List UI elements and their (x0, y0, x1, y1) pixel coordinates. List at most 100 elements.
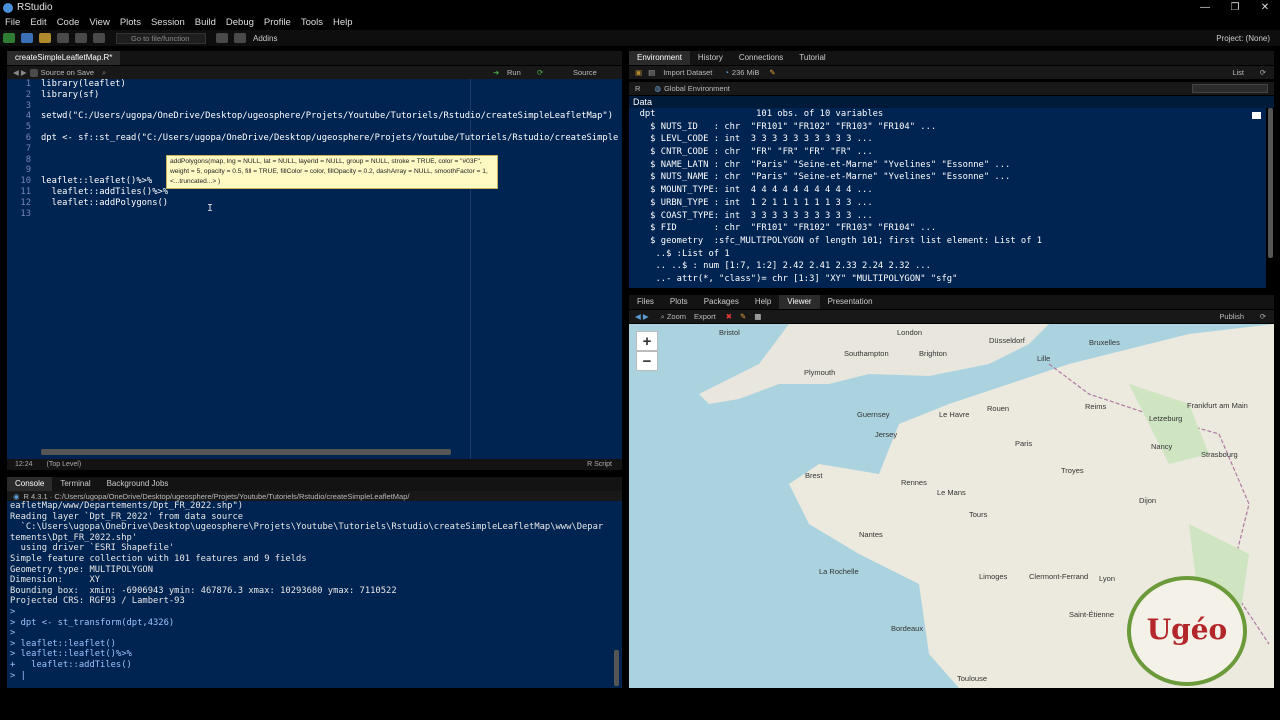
print-icon[interactable] (93, 33, 105, 43)
console-scrollbar[interactable] (614, 650, 619, 686)
workspace-panes-icon[interactable] (234, 33, 246, 43)
environment-search-input[interactable] (1192, 84, 1268, 93)
environment-line[interactable]: $ URBN_TYPE : int 1 2 1 1 1 1 1 1 3 3 ..… (629, 197, 1266, 210)
menu-item-build[interactable]: Build (190, 17, 221, 28)
tab-packages[interactable]: Packages (696, 295, 747, 309)
code-editor[interactable]: 1 2 3 4 5 6 7 8 9 10 11 12 13 library(leaflet) librar… (7, 79, 622, 459)
publish-button[interactable]: Publish (1219, 312, 1244, 321)
environment-scope-selector[interactable]: Global Environment (664, 84, 730, 93)
source-button[interactable]: Source (573, 68, 597, 77)
environment-line[interactable]: $ FID : chr "FR101" "FR102" "FR103" "FR1… (629, 222, 1266, 235)
clear-viewer-icon[interactable]: ✖ (726, 312, 732, 321)
menu-item-edit[interactable]: Edit (25, 17, 51, 28)
broom-icon[interactable]: ✎ (740, 312, 746, 321)
rerun-icon[interactable]: ⟳ (537, 68, 543, 77)
scope-selector[interactable]: (Top Level) (47, 461, 82, 468)
refresh-icon[interactable]: ⟳ (1260, 68, 1266, 77)
load-workspace-icon[interactable]: ▣ (635, 68, 642, 77)
back-arrow-icon[interactable]: ◀ ▶ (635, 312, 649, 321)
import-dataset-button[interactable]: Import Dataset (663, 68, 712, 77)
code-line[interactable]: setwd("C:/Users/ugopa/OneDrive/Desktop/u… (41, 111, 618, 122)
tab-plots[interactable]: Plots (662, 295, 696, 309)
code-line[interactable]: dpt <- sf::st_read("C:/Users/ugopa/OneDr… (41, 133, 618, 144)
tab-background-jobs[interactable]: Background Jobs (99, 477, 177, 491)
goto-file-input[interactable]: Go to file/function (116, 32, 206, 44)
memory-usage[interactable]: 236 MiB (732, 68, 760, 77)
addins-menu[interactable]: Addins (253, 34, 277, 43)
leaflet-map[interactable]: + − Düsseldorf Bristol London Southampton Br… (629, 324, 1274, 688)
environment-line[interactable]: .. ..$ : num [1:7, 1:2] 2.42 2.41 2.33 2… (629, 260, 1266, 273)
minimize-button[interactable]: — (1190, 0, 1220, 15)
tab-terminal[interactable]: Terminal (52, 477, 98, 491)
search-icon[interactable]: ⌕ (102, 68, 106, 78)
code-line[interactable]: leaflet::addPolygons() (41, 198, 618, 209)
open-file-icon[interactable] (39, 33, 51, 43)
refresh-icon[interactable]: ⟳ (1260, 312, 1266, 321)
zoom-button[interactable]: Zoom (667, 312, 686, 321)
menu-item-plots[interactable]: Plots (115, 17, 146, 28)
code-lines[interactable]: library(leaflet) library(sf) setwd("C:/Use… (41, 79, 618, 219)
new-window-icon[interactable]: ▦ (754, 312, 761, 321)
environment-line[interactable]: $ LEVL_CODE : int 3 3 3 3 3 3 3 3 3 3 ..… (629, 133, 1266, 146)
project-menu[interactable]: Project: (None) (1216, 34, 1270, 43)
environment-line[interactable]: ..- attr(*, "class")= chr [1:3] "XY" "MU… (629, 273, 1266, 286)
code-line[interactable] (41, 101, 618, 112)
code-line[interactable]: library(sf) (41, 90, 618, 101)
view-mode-selector[interactable]: List (1232, 68, 1244, 77)
menu-item-view[interactable]: View (84, 17, 114, 28)
environment-line[interactable]: $ MOUNT_TYPE: int 4 4 4 4 4 4 4 4 4 4 ..… (629, 184, 1266, 197)
run-button[interactable]: Run (507, 68, 521, 77)
save-workspace-icon[interactable]: ▤ (648, 68, 655, 77)
tab-connections[interactable]: Connections (731, 51, 791, 65)
menu-item-help[interactable]: Help (328, 17, 358, 28)
code-line[interactable] (41, 209, 618, 220)
tab-console[interactable]: Console (7, 477, 53, 491)
save-all-icon[interactable] (75, 33, 87, 43)
save-icon[interactable] (57, 33, 69, 43)
code-line[interactable]: library(leaflet) (41, 79, 618, 90)
menu-item-tools[interactable]: Tools (296, 17, 328, 28)
new-file-icon[interactable] (3, 33, 15, 43)
environment-line[interactable]: $ NAME_LATN : chr "Paris" "Seine-et-Marn… (629, 159, 1266, 172)
broom-icon[interactable]: ✎ (769, 68, 775, 77)
tab-history[interactable]: History (690, 51, 731, 65)
zoom-out-button[interactable]: − (636, 351, 658, 371)
tab-environment[interactable]: Environment (629, 51, 690, 65)
environment-data-list[interactable]: dpt 101 obs. of 10 variables $ NUTS_ID :… (629, 108, 1266, 288)
tab-tutorial[interactable]: Tutorial (791, 51, 833, 65)
environment-scrollbar[interactable] (1268, 108, 1273, 258)
console-output[interactable]: eafletMap/www/Departements/Dpt_FR_2022.s… (7, 501, 622, 688)
menu-item-session[interactable]: Session (146, 17, 190, 28)
new-project-icon[interactable] (21, 33, 33, 43)
environment-line[interactable]: dpt 101 obs. of 10 variables (629, 108, 1266, 121)
menu-item-debug[interactable]: Debug (221, 17, 259, 28)
zoom-in-button[interactable]: + (636, 331, 658, 351)
environment-line[interactable]: ..$ :List of 1 (629, 248, 1266, 261)
file-type-selector[interactable]: R Script (587, 461, 612, 468)
environment-line[interactable]: $ geometry :sfc_MULTIPOLYGON of length 1… (629, 235, 1266, 248)
menu-item-code[interactable]: Code (52, 17, 85, 28)
view-data-icon[interactable] (1252, 112, 1261, 119)
back-arrow-icon[interactable]: ◀ ▶ (13, 68, 27, 77)
grid-icon[interactable] (216, 33, 228, 43)
environment-line[interactable]: $ CNTR_CODE : chr "FR" "FR" "FR" "FR" ..… (629, 146, 1266, 159)
tab-viewer[interactable]: Viewer (779, 295, 820, 309)
editor-hscrollbar[interactable] (41, 449, 451, 455)
restore-button[interactable]: ❐ (1220, 0, 1250, 15)
tab-presentation[interactable]: Presentation (820, 295, 881, 309)
tab-files[interactable]: Files (629, 295, 662, 309)
menu-item-file[interactable]: File (0, 17, 25, 28)
close-button[interactable]: ✕ (1250, 0, 1280, 15)
tab-help[interactable]: Help (747, 295, 779, 309)
environment-line[interactable]: $ COAST_TYPE: int 3 3 3 3 3 3 3 3 3 3 ..… (629, 210, 1266, 223)
environment-line[interactable]: $ NUTS_NAME : chr "Paris" "Seine-et-Marn… (629, 171, 1266, 184)
language-selector[interactable]: R (635, 84, 640, 93)
export-button[interactable]: Export (694, 312, 716, 321)
code-line[interactable] (41, 122, 618, 133)
save-doc-icon[interactable] (29, 68, 38, 77)
source-on-save-checkbox[interactable]: Source on Save (41, 68, 94, 77)
menu-item-profile[interactable]: Profile (259, 17, 296, 28)
editor-tab[interactable]: createSimpleLeafletMap.R* (7, 51, 121, 65)
environment-line[interactable]: $ NUTS_ID : chr "FR101" "FR102" "FR103" … (629, 121, 1266, 134)
code-line[interactable] (41, 144, 618, 155)
